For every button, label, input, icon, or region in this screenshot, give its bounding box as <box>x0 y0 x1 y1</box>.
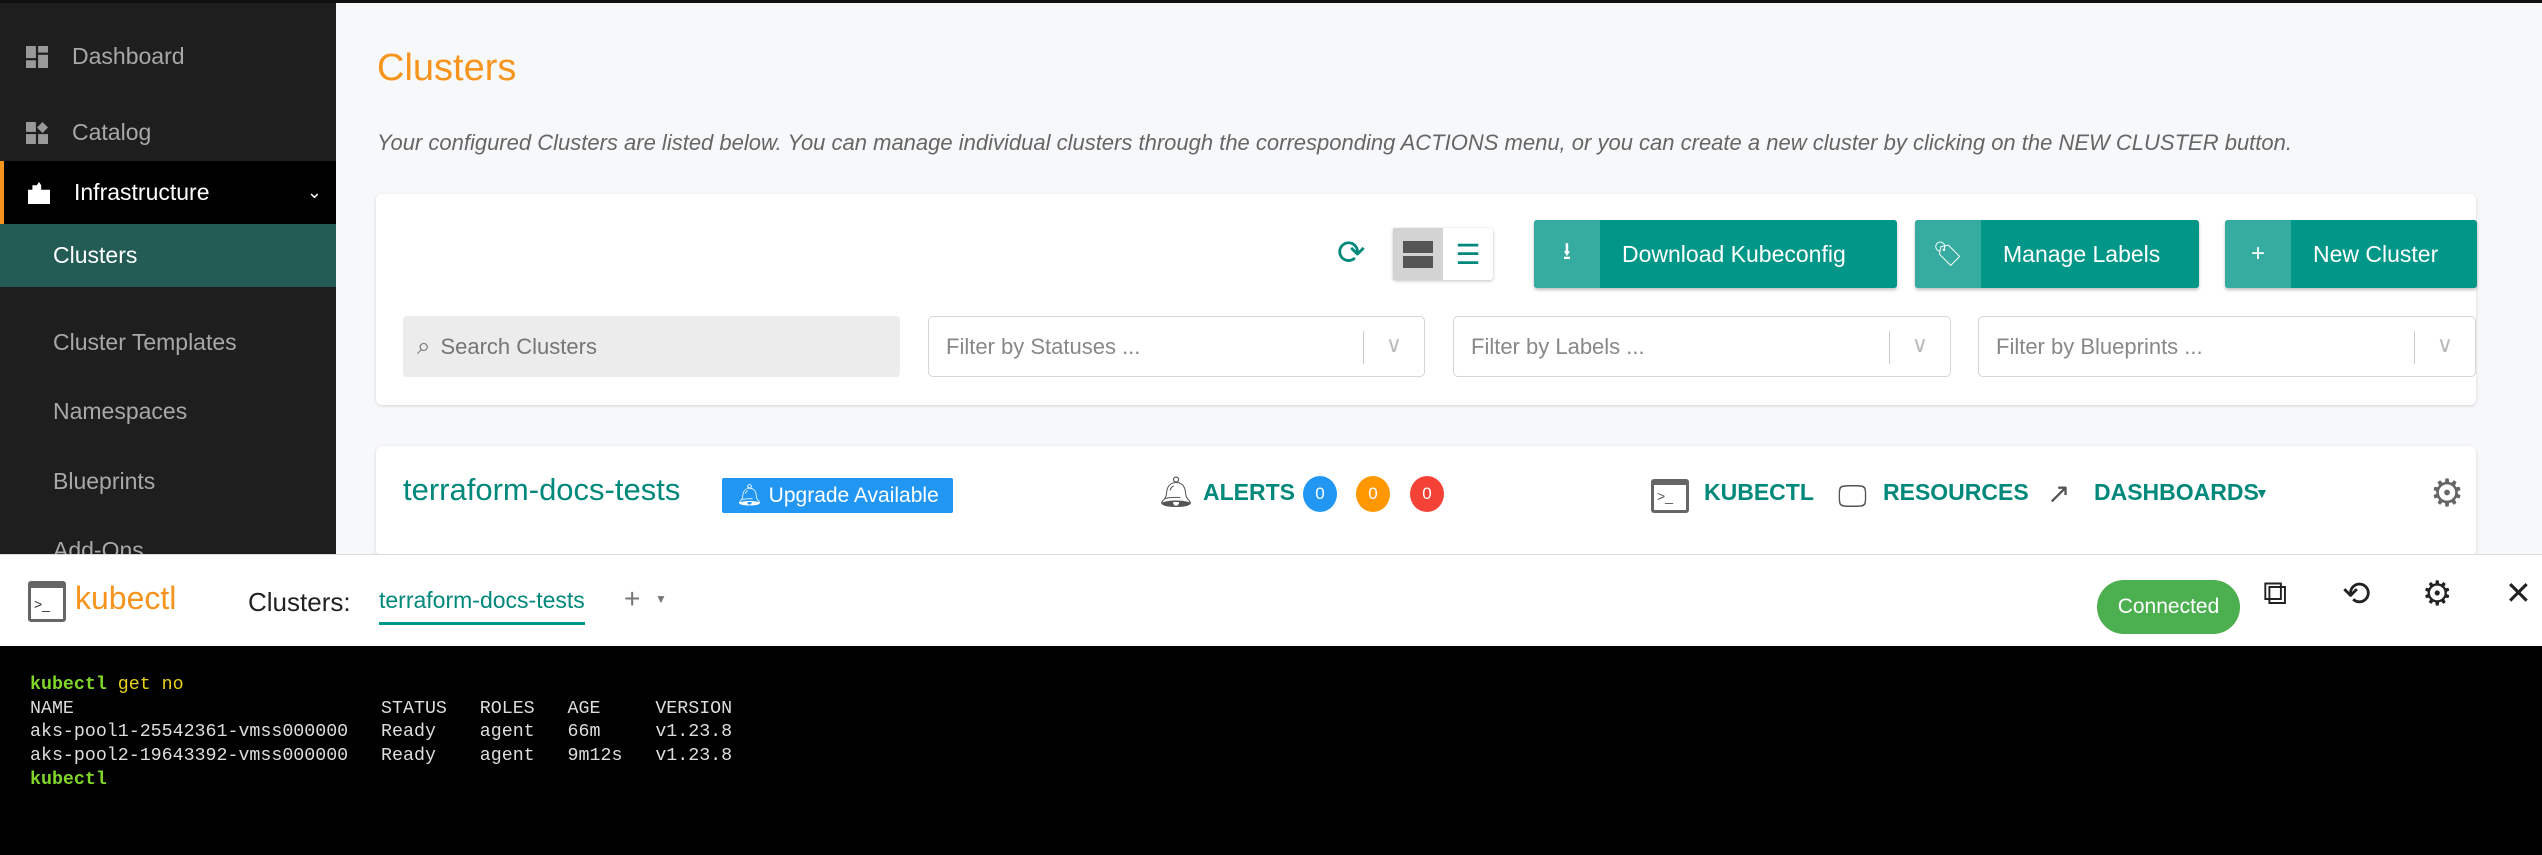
kubectl-link[interactable]: KUBECTL <box>1704 479 1814 506</box>
sidebar-item-blueprints[interactable]: Blueprints <box>0 450 336 513</box>
kubectl-title: kubectl <box>75 580 177 616</box>
dashboard-icon <box>26 45 48 68</box>
filter-statuses[interactable]: Filter by Statuses ... ∨ <box>928 316 1425 377</box>
sidebar-item-infrastructure[interactable]: Infrastructure ⌄ <box>0 161 336 224</box>
refresh-icon[interactable]: ⟳ <box>1337 233 1366 273</box>
list-view-button[interactable]: ☰ <box>1443 228 1493 280</box>
sidebar-item-cluster-templates[interactable]: Cluster Templates <box>0 311 336 374</box>
alert-count-critical[interactable]: 0 <box>1410 476 1444 512</box>
alert-bell-icon: 🔔︎ <box>1157 476 1196 509</box>
terminal-icon: >_ <box>1651 479 1689 513</box>
terminal-icon: >_ <box>28 581 66 622</box>
prompt: kubectl <box>30 675 107 695</box>
cluster-name[interactable]: terraform-docs-tests <box>403 472 680 508</box>
chevron-down-icon: ∨ <box>2436 332 2453 357</box>
divider <box>2414 331 2415 364</box>
download-icon: ⭳ <box>1534 220 1600 288</box>
sidebar: Dashboard Catalog Infrastructure ⌄ Clust… <box>0 3 336 563</box>
filter-blueprints[interactable]: Filter by Blueprints ... ∨ <box>1978 316 2476 377</box>
bell-icon: 🔔︎ <box>736 483 763 507</box>
kubectl-bar: >_ kubectl Clusters: terraform-docs-test… <box>0 554 2542 646</box>
alerts-link[interactable]: ALERTS <box>1203 479 1295 506</box>
manage-labels-button[interactable]: 🏷︎ Manage Labels <box>1915 220 2199 288</box>
tag-icon: 🏷︎ <box>1915 220 1981 288</box>
card-view-button[interactable] <box>1393 228 1443 280</box>
caret-down-icon[interactable]: ▼ <box>2255 485 2269 501</box>
command: get no <box>106 675 184 695</box>
plus-icon: + <box>2225 220 2291 288</box>
connection-status: Connected <box>2097 580 2240 634</box>
page-title: Clusters <box>377 47 517 89</box>
prompt: kubectl <box>30 769 107 790</box>
output-header: NAME STATUS ROLES AGE VERSION <box>30 698 733 719</box>
close-icon[interactable]: ✕ <box>2505 574 2532 612</box>
sidebar-item-dashboard[interactable]: Dashboard <box>0 25 336 88</box>
add-tab-button[interactable]: + <box>624 583 640 615</box>
output-row: aks-pool2-19643392-vmss000000 Ready agen… <box>30 746 733 767</box>
new-cluster-button[interactable]: + New Cluster <box>2225 220 2477 288</box>
search-clusters-field[interactable]: ⌕ <box>403 316 900 377</box>
dashboards-link[interactable]: DASHBOARDS <box>2094 479 2259 506</box>
gear-icon[interactable]: ⚙ <box>2430 471 2464 516</box>
settings-icon[interactable]: ⚙ <box>2422 574 2452 614</box>
terminal[interactable]: kubectl get no NAME STATUS ROLES AGE VER… <box>0 646 2542 855</box>
catalog-icon <box>26 121 48 144</box>
filter-labels[interactable]: Filter by Labels ... ∨ <box>1453 316 1951 377</box>
divider <box>1889 331 1890 364</box>
output-row: aks-pool1-25542361-vmss000000 Ready agen… <box>30 722 733 743</box>
sidebar-item-catalog[interactable]: Catalog <box>0 101 336 164</box>
search-icon: ⌕ <box>417 332 431 360</box>
reconnect-icon[interactable]: ⟲ <box>2342 574 2371 614</box>
open-external-icon[interactable]: ⧉ <box>2263 574 2287 613</box>
tab-terraform-docs-tests[interactable]: terraform-docs-tests <box>379 587 585 625</box>
alert-count-info[interactable]: 0 <box>1303 476 1337 512</box>
building-icon <box>28 181 50 204</box>
chevron-down-icon: ∨ <box>1911 332 1928 357</box>
search-input[interactable] <box>440 333 861 360</box>
trending-icon: ↗ <box>2047 478 2071 509</box>
alert-count-warning[interactable]: 0 <box>1356 476 1390 512</box>
clusters-label: Clusters: <box>248 587 351 617</box>
page-description: Your configured Clusters are listed belo… <box>377 130 2292 155</box>
caret-down-icon[interactable]: ▼ <box>655 592 667 606</box>
download-kubeconfig-button[interactable]: ⭳ Download Kubeconfig <box>1534 220 1897 288</box>
divider <box>1363 331 1364 364</box>
resources-link[interactable]: RESOURCES <box>1883 479 2029 506</box>
sidebar-item-namespaces[interactable]: Namespaces <box>0 380 336 443</box>
sidebar-item-clusters[interactable]: Clusters <box>0 224 336 287</box>
upgrade-available-badge[interactable]: 🔔︎ Upgrade Available <box>722 478 953 513</box>
view-toggle: ☰ <box>1393 228 1493 280</box>
chevron-down-icon: ⌄ <box>306 182 322 202</box>
resources-icon: 🖵︎ <box>1838 480 1867 513</box>
chevron-down-icon: ∨ <box>1385 332 1402 357</box>
